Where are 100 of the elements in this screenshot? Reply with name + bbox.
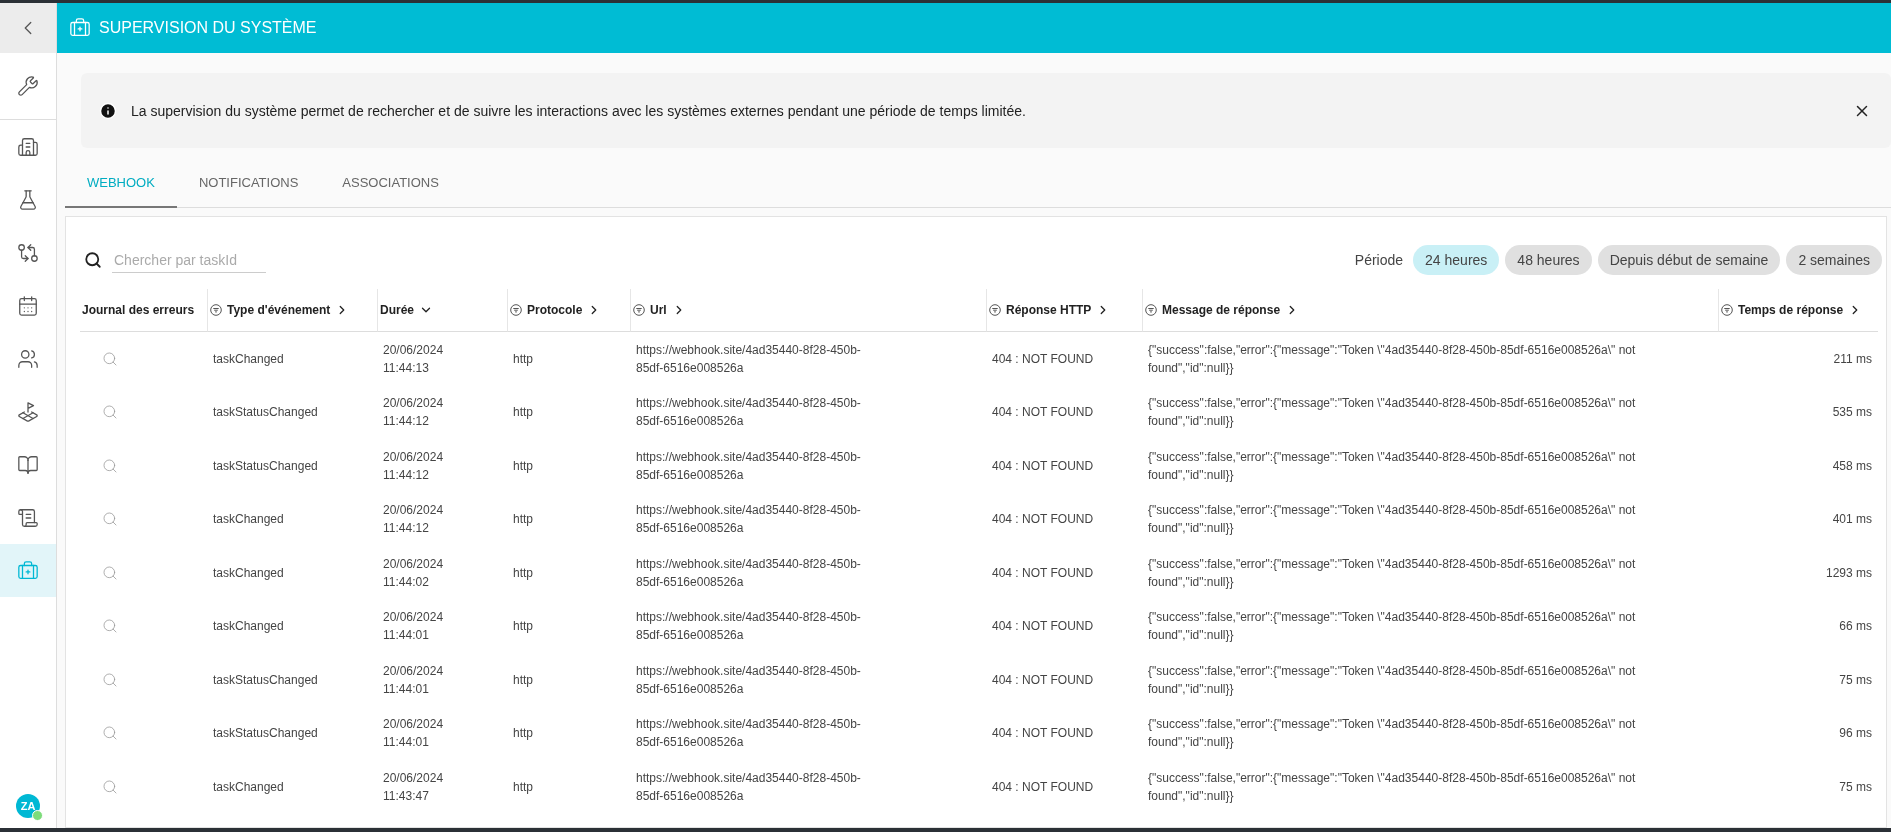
column-label: Journal des erreurs — [82, 303, 195, 317]
column-header[interactable]: Protocole — [507, 289, 630, 332]
table-cell-text: https://webhook.site/4ad35440-8f28-450b-85df-6516e008526a — [636, 448, 862, 484]
table-cell-text: taskStatusChanged — [213, 457, 318, 475]
table-cell-text: 20/06/2024 11:44:12 — [383, 502, 444, 538]
table-cell-text: 404 : NOT FOUND — [992, 511, 1094, 529]
table-cell-text: 20/06/2024 11:44:01 — [383, 662, 444, 698]
filter-icon[interactable] — [633, 304, 645, 316]
table-cell-text: http — [513, 457, 533, 475]
table-cell-text: taskChanged — [213, 350, 284, 368]
table-cell-text: https://webhook.site/4ad35440-8f28-450b-85df-6516e008526a — [636, 502, 862, 538]
table-cell-text: http — [513, 778, 533, 796]
table-cell-text: 404 : NOT FOUND — [992, 671, 1094, 689]
period-label: Période — [1354, 252, 1404, 268]
swap-arrows-icon — [17, 241, 39, 264]
table-cell-text: 96 ms — [1839, 725, 1872, 743]
table-cell-text: 211 ms — [1833, 350, 1872, 368]
table-cell-text: taskChanged — [213, 778, 284, 796]
table-cell-text: http — [513, 725, 533, 743]
column-label: Type d'événement — [227, 303, 331, 317]
filter-icon[interactable] — [989, 304, 1001, 316]
table-cell-text: http — [513, 511, 533, 529]
flask-icon — [17, 188, 39, 211]
building-icon — [17, 135, 39, 158]
column-header[interactable]: Url — [630, 289, 986, 332]
period-chip[interactable]: 24 heures — [1413, 245, 1500, 275]
table-cell-text: http — [513, 671, 533, 689]
table-cell-text: 404 : NOT FOUND — [992, 564, 1094, 582]
column-label: Protocole — [527, 303, 583, 317]
page-title: SUPERVISION DU SYSTÈME — [99, 19, 317, 37]
table-cell-text: taskChanged — [213, 511, 284, 529]
table-cell-text: 535 ms — [1832, 404, 1872, 422]
table-cell-text: 20/06/2024 11:44:01 — [383, 716, 444, 752]
table-cell-text: 404 : NOT FOUND — [992, 350, 1094, 368]
filter-icon[interactable] — [510, 304, 522, 316]
search-icon — [84, 251, 102, 269]
table-cell-text: 404 : NOT FOUND — [992, 778, 1094, 796]
flag-icon — [17, 400, 39, 423]
filter-icon[interactable] — [210, 304, 222, 316]
table-cell-text: http — [513, 618, 533, 636]
column-header[interactable]: Message de réponse — [1142, 289, 1718, 332]
column-label: Réponse HTTP — [1006, 303, 1092, 317]
table-cell-text: taskChanged — [213, 564, 284, 582]
table-cell-text: 20/06/2024 11:44:12 — [383, 448, 444, 484]
table-cell-text: taskStatusChanged — [213, 404, 318, 422]
table-cell-text: http — [513, 564, 533, 582]
calendar-icon — [17, 294, 39, 317]
filter-icon[interactable] — [1721, 304, 1733, 316]
table-cell-text: taskStatusChanged — [213, 671, 318, 689]
table-cell-text: 20/06/2024 11:44:13 — [383, 341, 444, 377]
table-cell-text: 75 ms — [1839, 671, 1872, 689]
table-cell-text: {"success":false,"error":{"message":"Token \"4ad35440-8f28-450b-85df-6516e008526a\" not found","id":null}} — [1148, 769, 1637, 805]
search-icon — [102, 725, 118, 742]
search-icon — [102, 618, 118, 635]
table-cell-text: 20/06/2024 11:44:01 — [383, 609, 444, 645]
table-cell-text: https://webhook.site/4ad35440-8f28-450b-85df-6516e008526a — [636, 555, 862, 591]
table-cell-text: taskStatusChanged — [213, 725, 318, 743]
period-chip[interactable]: 2 semaines — [1786, 245, 1882, 275]
column-label: Url — [650, 303, 667, 317]
search-icon — [102, 457, 118, 474]
column-header[interactable]: Type d'événement — [207, 289, 377, 332]
table-cell-text: http — [513, 350, 533, 368]
medical-case-icon — [69, 17, 91, 39]
table-cell-text: {"success":false,"error":{"message":"Token \"4ad35440-8f28-450b-85df-6516e008526a\" not found","id":null}} — [1148, 555, 1637, 591]
table-cell-text: https://webhook.site/4ad35440-8f28-450b-85df-6516e008526a — [636, 769, 862, 805]
tab[interactable]: NOTIFICATIONS — [176, 158, 321, 208]
table-cell-text: 404 : NOT FOUND — [992, 618, 1094, 636]
search-icon — [102, 671, 118, 688]
table-cell-text: {"success":false,"error":{"message":"Token \"4ad35440-8f28-450b-85df-6516e008526a\" not found","id":null}} — [1148, 716, 1637, 752]
column-header[interactable]: Durée — [377, 289, 507, 332]
wrench-icon — [17, 75, 39, 97]
filter-icon[interactable] — [1145, 304, 1157, 316]
table-cell-text: https://webhook.site/4ad35440-8f28-450b-85df-6516e008526a — [636, 662, 862, 698]
tab[interactable]: ASSOCIATIONS — [320, 158, 461, 208]
search-icon — [102, 350, 118, 367]
table-cell-text: https://webhook.site/4ad35440-8f28-450b-85df-6516e008526a — [636, 395, 862, 431]
period-chip[interactable]: 48 heures — [1505, 245, 1592, 275]
users-icon — [17, 347, 39, 370]
column-header[interactable]: Journal des erreurs — [80, 289, 207, 332]
period-chip[interactable]: Depuis début de semaine — [1597, 245, 1781, 275]
book-icon — [17, 453, 39, 476]
table-cell-text: {"success":false,"error":{"message":"Token \"4ad35440-8f28-450b-85df-6516e008526a\" not found","id":null}} — [1148, 662, 1637, 698]
column-header[interactable]: Temps de réponse — [1718, 289, 1878, 332]
column-label: Durée — [380, 303, 414, 317]
medical-case-icon — [17, 559, 39, 582]
table-cell-text: https://webhook.site/4ad35440-8f28-450b-85df-6516e008526a — [636, 716, 862, 752]
table-cell-text: 66 ms — [1839, 618, 1872, 636]
table-cell-text: {"success":false,"error":{"message":"Token \"4ad35440-8f28-450b-85df-6516e008526a\" not found","id":null}} — [1148, 448, 1637, 484]
table-cell-text: 458 ms — [1832, 457, 1872, 475]
table-cell-text: 75 ms — [1839, 778, 1872, 796]
table-cell-text: http — [513, 404, 533, 422]
table-cell-text: 404 : NOT FOUND — [992, 725, 1094, 743]
scroll-icon — [17, 506, 39, 529]
table-cell-text: 401 ms — [1832, 511, 1872, 529]
table-cell-text: 20/06/2024 11:43:47 — [383, 769, 444, 805]
table-cell-text: https://webhook.site/4ad35440-8f28-450b-85df-6516e008526a — [636, 609, 862, 645]
column-header[interactable]: Réponse HTTP — [986, 289, 1142, 332]
search-icon — [102, 564, 118, 581]
info-text: La supervision du système permet de rechercher et de suivre les interactions avec les systèmes externes pendant une période de temps limitée. — [131, 102, 1027, 119]
table-cell-text: 20/06/2024 11:44:12 — [383, 395, 444, 431]
